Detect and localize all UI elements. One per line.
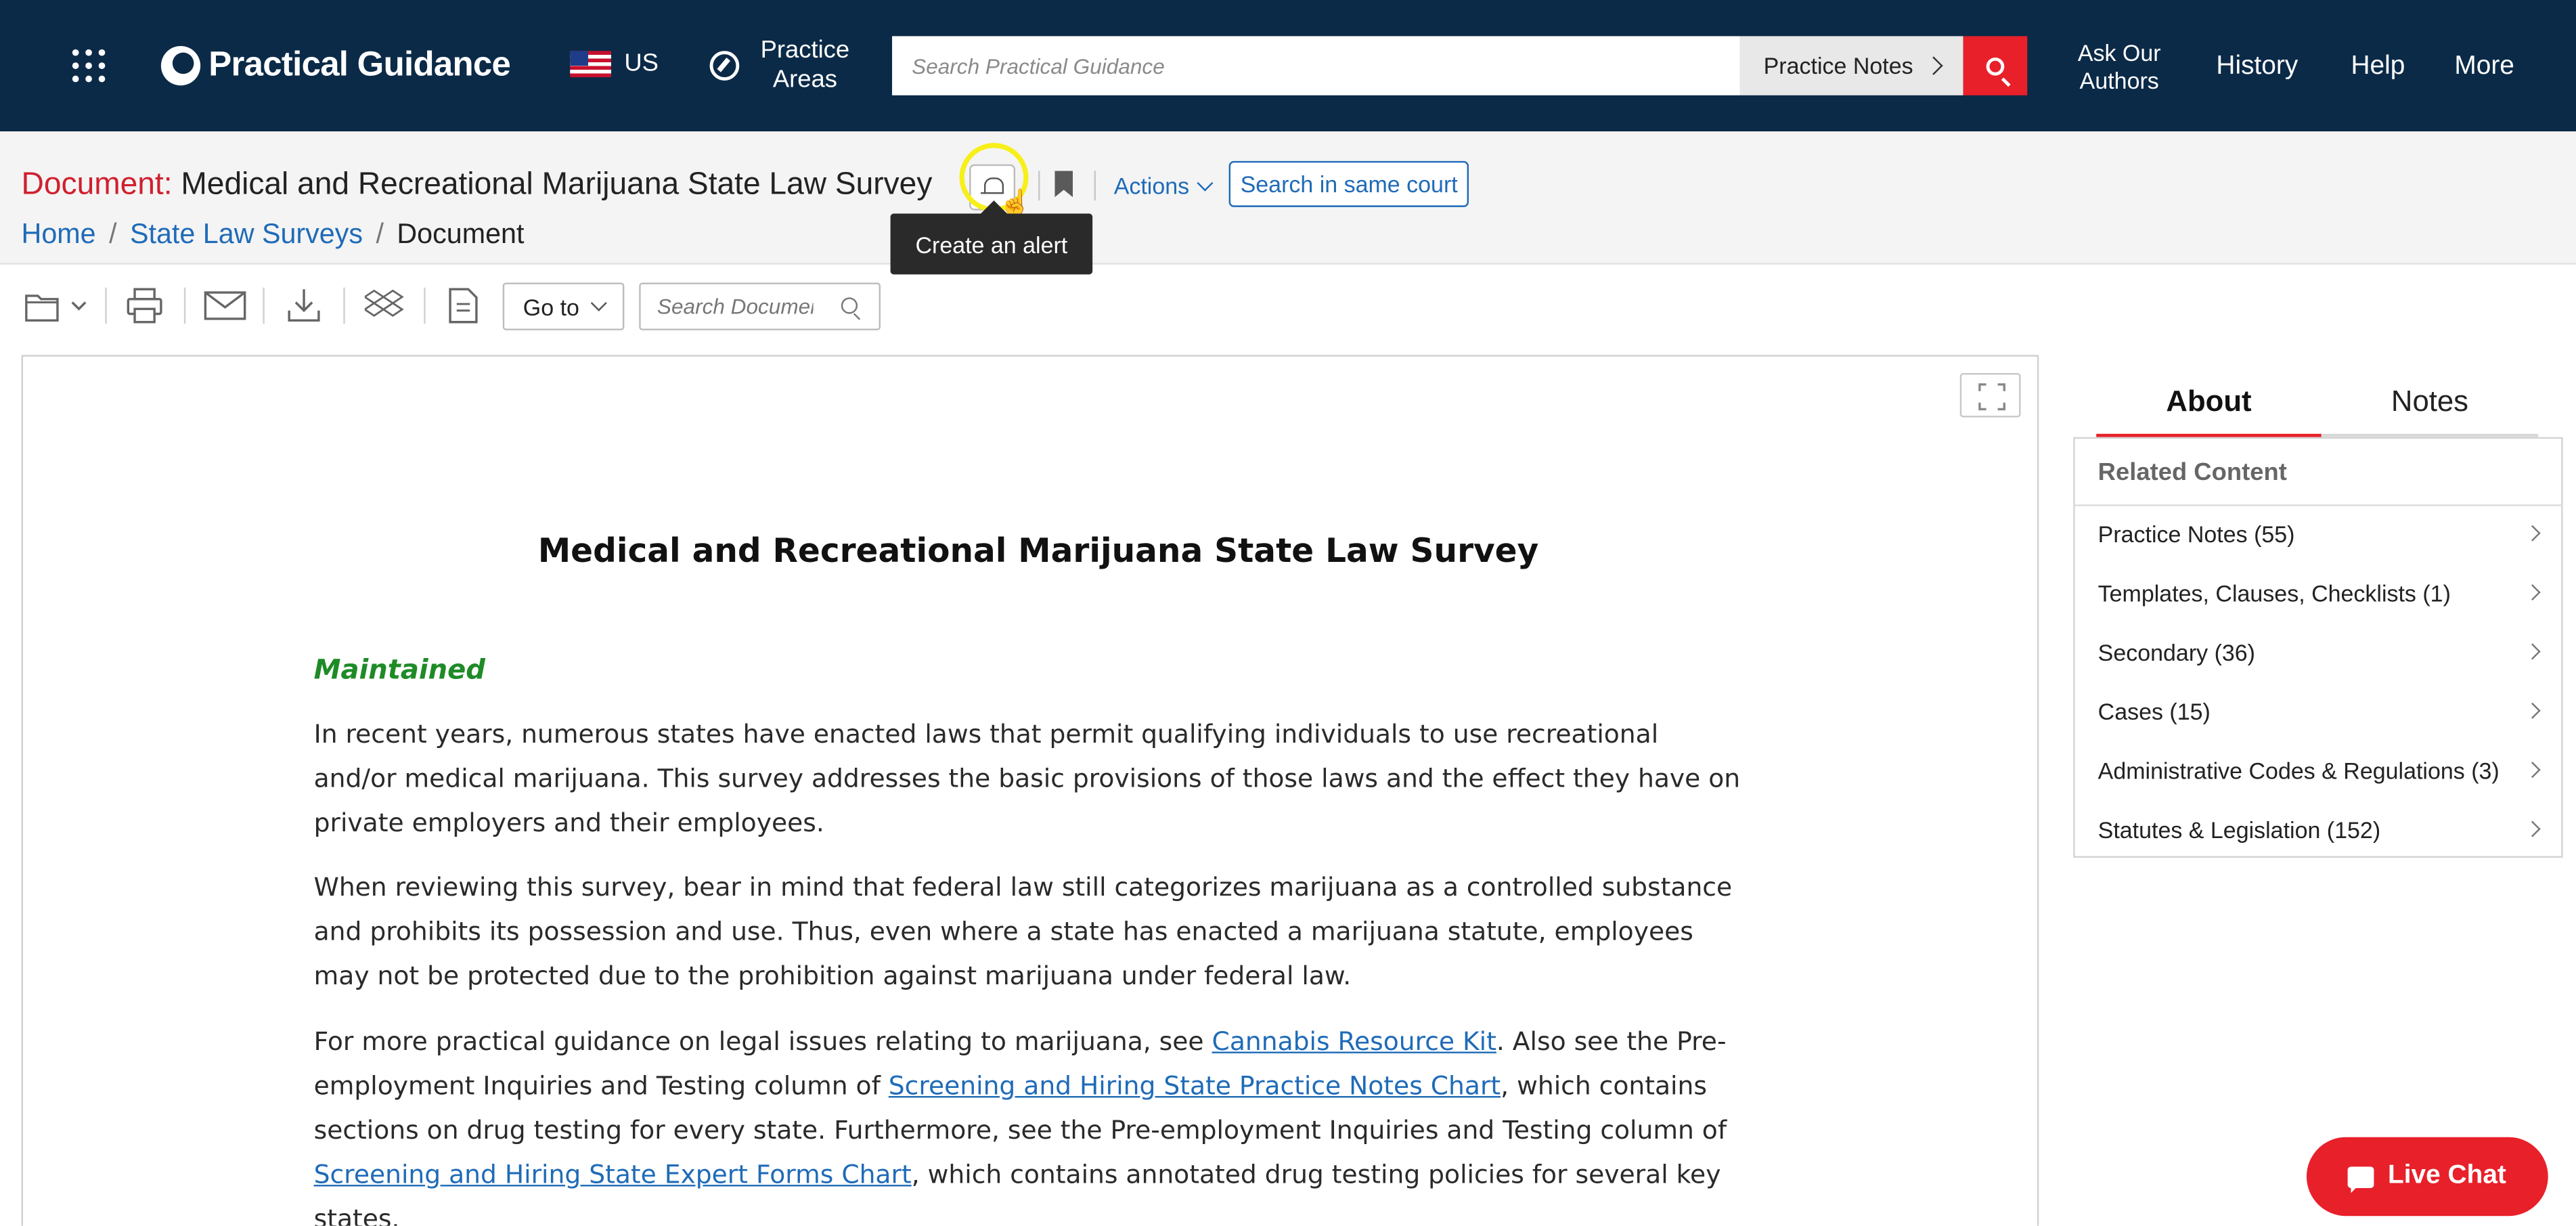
practice-areas-menu[interactable]: Practice Areas <box>709 36 855 95</box>
region-selector[interactable]: US <box>570 49 659 77</box>
brand-name: Practical Guidance <box>208 45 511 84</box>
paragraph-text: For more practical guidance on legal iss… <box>313 1027 1212 1057</box>
related-item-statutes[interactable]: Statutes & Legislation (152) <box>2098 810 2541 850</box>
chat-icon <box>2348 1166 2375 1193</box>
bookmark-icon[interactable] <box>1054 171 1073 198</box>
divider <box>1038 171 1040 201</box>
chevron-right-icon <box>2524 584 2541 601</box>
toolbar-divider <box>424 287 426 324</box>
related-item-label: Secondary (36) <box>2097 639 2256 666</box>
related-item-administrative-codes[interactable]: Administrative Codes & Regulations (3) <box>2098 751 2541 790</box>
chevron-right-icon <box>2524 762 2541 779</box>
related-item-secondary[interactable]: Secondary (36) <box>2098 633 2541 672</box>
chevron-right-icon <box>2524 525 2541 542</box>
related-item-label: Administrative Codes & Regulations (3) <box>2097 757 2500 784</box>
related-item-cases[interactable]: Cases (15) <box>2098 692 2541 731</box>
brand-logo[interactable]: Practical Guidance <box>160 39 511 92</box>
practice-areas-label: Practice Areas <box>760 36 850 94</box>
chevron-right-icon <box>2524 643 2541 660</box>
us-flag-icon <box>570 50 611 76</box>
search-type-label: Practice Notes <box>1763 52 1913 79</box>
related-item-label: Practice Notes (55) <box>2097 521 2295 548</box>
related-item-label: Templates, Clauses, Checklists (1) <box>2097 579 2451 607</box>
document-title: Medical and Recreational Marijuana State… <box>181 167 933 202</box>
related-item-templates[interactable]: Templates, Clauses, Checklists (1) <box>2098 573 2541 613</box>
related-item-practice-notes[interactable]: Practice Notes (55) <box>2098 515 2541 554</box>
page-title: Document: Medical and Recreational Marij… <box>22 168 933 204</box>
document-heading: Medical and Recreational Marijuana State… <box>537 531 1539 571</box>
chevron-down-icon <box>1197 174 1214 191</box>
page: Practical Guidance US Practice Areas Pra… <box>0 0 2576 1226</box>
maintained-status: Maintained <box>313 654 486 686</box>
screening-hiring-practice-notes-link[interactable]: Screening and Hiring State Practice Note… <box>889 1072 1501 1101</box>
paragraph-more-guidance: For more practical guidance on legal iss… <box>313 1020 1744 1226</box>
goto-label: Go to <box>523 293 579 320</box>
divider <box>2074 504 2562 506</box>
breadcrumb-separator: / <box>376 218 384 250</box>
goto-dropdown[interactable]: Go to <box>502 282 625 330</box>
tab-notes[interactable]: Notes <box>2321 365 2539 437</box>
search-icon <box>1986 56 2005 75</box>
print-icon[interactable] <box>127 286 162 325</box>
search-in-same-court-button[interactable]: Search in same court <box>1228 160 1469 207</box>
document-header: Document: Medical and Recreational Marij… <box>0 131 2576 265</box>
toolbar-divider <box>343 287 345 324</box>
chevron-right-icon <box>1924 56 1942 75</box>
live-chat-label: Live Chat <box>2388 1162 2506 1190</box>
paragraph-federal-law: When reviewing this survey, bear in mind… <box>313 872 1733 991</box>
breadcrumb-state-law-surveys[interactable]: State Law Surveys <box>130 219 363 252</box>
history-link[interactable]: History <box>2216 53 2298 83</box>
actions-label: Actions <box>1113 172 1190 199</box>
document-search-input[interactable] <box>640 284 830 329</box>
breadcrumb-separator: / <box>109 218 117 250</box>
chevron-right-icon <box>2524 820 2541 837</box>
more-menu[interactable]: More <box>2454 53 2514 83</box>
download-icon[interactable] <box>286 286 321 325</box>
expand-icon <box>1978 383 2006 411</box>
toolbar-divider <box>105 287 107 324</box>
divider <box>1094 171 1096 201</box>
related-item-label: Cases (15) <box>2097 698 2211 725</box>
apps-grid-icon[interactable] <box>69 46 108 85</box>
compass-icon <box>709 51 740 81</box>
related-item-label: Statutes & Legislation (152) <box>2097 816 2381 844</box>
search-button[interactable] <box>1963 36 2028 95</box>
document-search <box>639 282 881 330</box>
breadcrumb-home[interactable]: Home <box>22 219 96 252</box>
related-content-panel: Related Content Practice Notes (55) Temp… <box>2073 437 2563 858</box>
toolbar-divider <box>183 287 186 324</box>
tab-about[interactable]: About <box>2096 365 2322 441</box>
breadcrumb-current: Document <box>397 218 525 250</box>
cannabis-resource-kit-link[interactable]: Cannabis Resource Kit <box>1212 1027 1496 1057</box>
related-content-title: Related Content <box>2097 458 2287 487</box>
toolbar-divider <box>263 287 265 324</box>
actions-menu[interactable]: Actions <box>1113 172 1214 199</box>
search-icon[interactable] <box>841 297 858 314</box>
search-type-selector[interactable]: Practice Notes <box>1739 36 1963 95</box>
global-search: Practice Notes <box>892 36 2028 95</box>
expand-button[interactable] <box>1959 372 2021 418</box>
search-input[interactable] <box>892 36 1740 95</box>
breadcrumb: Home / State Law Surveys / Document <box>22 219 525 252</box>
screening-hiring-expert-forms-link[interactable]: Screening and Hiring State Expert Forms … <box>314 1160 912 1190</box>
ask-our-authors-link[interactable]: Ask Our Authors <box>2077 39 2162 95</box>
chevron-down-icon <box>590 294 606 311</box>
document-label: Document: <box>21 167 173 202</box>
region-label: US <box>624 49 659 78</box>
top-navigation: Practical Guidance US Practice Areas Pra… <box>0 0 2576 132</box>
brand-logo-icon <box>160 45 201 86</box>
dropbox-icon[interactable] <box>364 286 404 325</box>
paragraph-intro: In recent years, numerous states have en… <box>313 720 1741 838</box>
chevron-right-icon <box>2524 702 2541 719</box>
annotate-icon[interactable] <box>447 286 480 325</box>
live-chat-button[interactable]: Live Chat <box>2306 1137 2548 1217</box>
folder-icon[interactable] <box>23 286 92 325</box>
email-icon[interactable] <box>204 286 246 325</box>
help-link[interactable]: Help <box>2351 53 2405 83</box>
